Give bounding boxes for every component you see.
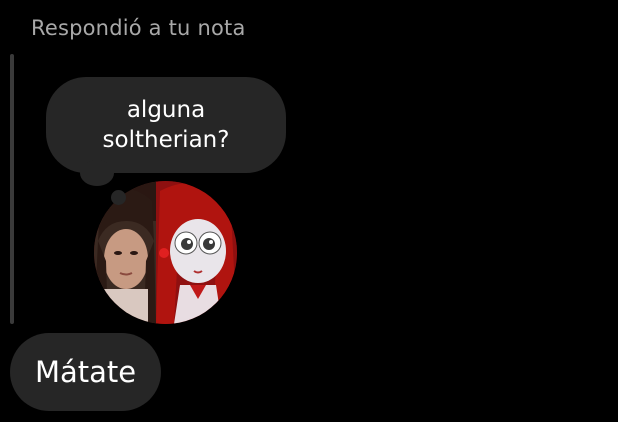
note-bubble[interactable]: alguna soltherian?: [46, 77, 286, 173]
message-text: Mátate: [35, 355, 137, 389]
message-bubble[interactable]: Mátate: [10, 333, 162, 411]
reply-indicator-line: [10, 54, 14, 324]
note-thought-dot-small: [111, 190, 126, 205]
note-text: alguna soltherian?: [102, 97, 230, 153]
reply-header: Respondió a tu nota: [31, 16, 246, 40]
note-thought-dot-large: [80, 160, 114, 186]
